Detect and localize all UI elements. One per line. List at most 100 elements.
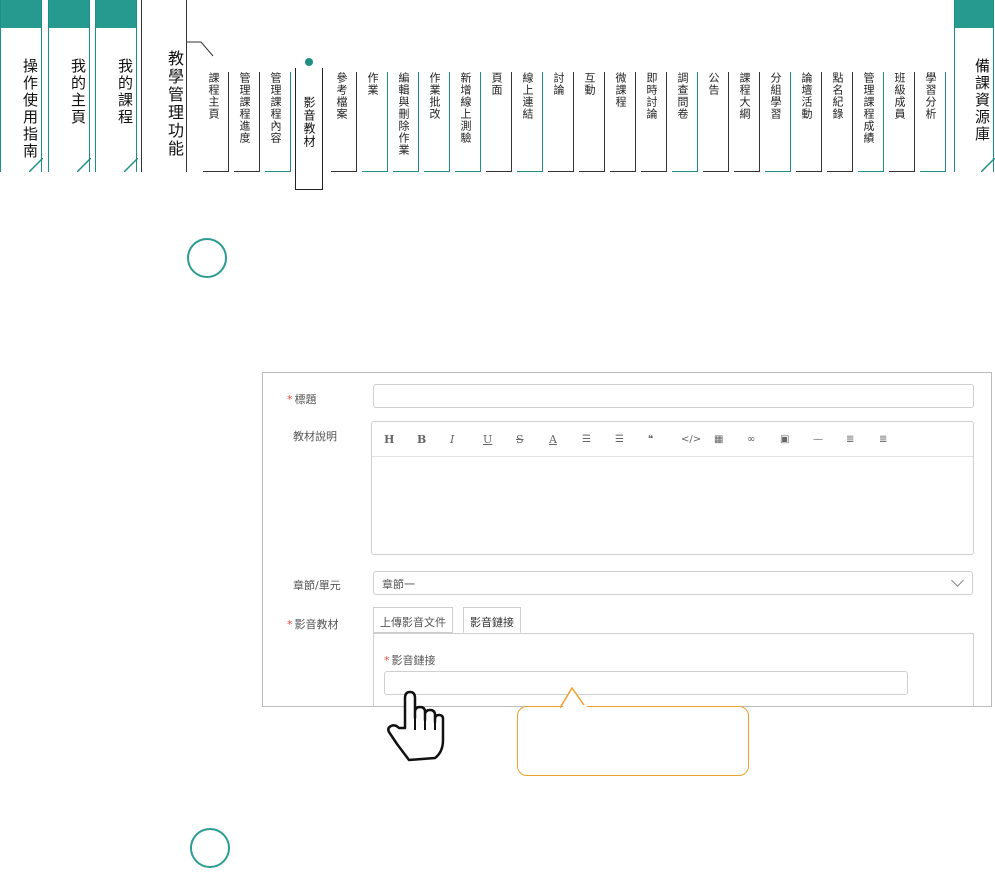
sub-tab-item[interactable]: 參考檔案 [331, 72, 357, 172]
link-icon[interactable]: ∞ [747, 434, 780, 445]
tab-my-home[interactable]: 我的主頁 [48, 0, 91, 172]
sub-tab-label: 作業批改 [428, 72, 441, 120]
sub-tab-label: 點名紀錄 [831, 72, 844, 120]
sub-tab-item[interactable]: 學習分析 [920, 72, 946, 172]
sub-tab-item[interactable]: 編輯與刪除作業 [393, 72, 419, 172]
sub-tab-label: 公告 [707, 72, 720, 96]
unordered-list-icon[interactable]: ☰ [615, 434, 648, 445]
media-link-input[interactable] [384, 671, 908, 695]
sub-tab-item[interactable]: 頁面 [486, 72, 512, 172]
title-input[interactable] [373, 384, 974, 408]
tab-label: 教學管理功能 [165, 50, 184, 158]
tab-label: 我的課程 [116, 58, 134, 126]
sub-tab-item[interactable]: 論壇活動 [796, 72, 822, 172]
bold-button[interactable]: B [417, 433, 450, 446]
media-link-panel: * 影音鏈接 [373, 633, 974, 707]
table-icon[interactable]: ▦ [714, 434, 747, 445]
tab-user-guide[interactable]: 操作使用指南 [0, 0, 43, 172]
sub-tab-item[interactable]: 討論 [548, 72, 574, 172]
italic-button[interactable]: I [450, 433, 483, 446]
sub-tab-label: 編輯與刪除作業 [397, 72, 410, 156]
sub-tab-label: 調查問卷 [676, 72, 689, 120]
callout-box [517, 706, 749, 776]
sub-tab-item[interactable]: 作業批改 [424, 72, 450, 172]
active-indicator-dot [305, 58, 313, 66]
sub-tab-item[interactable]: 班級成員 [889, 72, 915, 172]
fold-corner-icon [76, 158, 91, 172]
sub-tab-item[interactable]: 公告 [703, 72, 729, 172]
sub-tab-item[interactable]: 課程主頁 [203, 72, 229, 172]
description-editor[interactable]: H B I U S A ☰ ☰ ❝ </> ▦ ∞ ▣ — ≣ ≣ [371, 421, 974, 555]
tab-cap [49, 0, 89, 28]
sub-tab-label: 新增線上測驗 [459, 72, 472, 144]
code-icon[interactable]: </> [681, 434, 714, 445]
chevron-down-icon [951, 574, 964, 587]
sub-tab-item[interactable]: 影音教材 [295, 68, 323, 190]
underline-button[interactable]: U [483, 433, 516, 446]
sub-tab-label: 學習分析 [924, 72, 937, 120]
fold-corner-icon [28, 158, 43, 172]
sub-tab-label: 論壇活動 [800, 72, 813, 120]
chapter-select[interactable]: 章節一 [373, 571, 973, 595]
tab-label: 操作使用指南 [21, 58, 39, 160]
sub-tab-item[interactable]: 管理課程內容 [265, 72, 291, 172]
outdent-icon[interactable]: ≣ [846, 434, 879, 445]
font-color-button[interactable]: A [549, 433, 582, 446]
sub-tab-label: 班級成員 [893, 72, 906, 120]
tab-label: 備課資源庫 [973, 58, 991, 143]
sub-tab-item[interactable]: 線上連結 [517, 72, 543, 172]
callout-gap [563, 705, 587, 708]
step-marker-circle [190, 828, 230, 868]
sub-tab-label: 互動 [583, 72, 596, 96]
sub-tab-label: 微課程 [614, 72, 627, 108]
tab-cap [955, 0, 993, 28]
sub-tab-item[interactable]: 新增線上測驗 [455, 72, 481, 172]
sub-tab-item[interactable]: 管理課程進度 [234, 72, 260, 172]
horizontal-rule-icon[interactable]: — [813, 434, 846, 445]
sub-tab-item[interactable]: 即時討論 [641, 72, 667, 172]
title-label: * 標題 [287, 393, 317, 406]
sub-tab-label: 作業 [366, 72, 379, 96]
sub-tab-label: 課程主頁 [207, 72, 220, 120]
connector-line [187, 41, 214, 57]
sub-tab-item[interactable]: 微課程 [610, 72, 636, 172]
step-marker-circle [187, 238, 227, 278]
media-form-panel: * 標題 教材說明 H B I U S A ☰ ☰ ❝ </> ▦ ∞ ▣ — ≣… [262, 372, 992, 707]
sub-tab-label: 管理課程進度 [238, 72, 251, 144]
sub-tab-label: 課程大綱 [738, 72, 751, 120]
sub-tab-item[interactable]: 作業 [362, 72, 388, 172]
editor-toolbar: H B I U S A ☰ ☰ ❝ </> ▦ ∞ ▣ — ≣ ≣ [372, 422, 973, 457]
quote-icon[interactable]: ❝ [648, 434, 681, 445]
sub-tab-item[interactable]: 點名紀錄 [827, 72, 853, 172]
tab-label: 我的主頁 [69, 58, 87, 126]
fold-corner-icon [123, 158, 138, 172]
fold-corner-icon [980, 158, 995, 172]
image-icon[interactable]: ▣ [780, 434, 813, 445]
ordered-list-icon[interactable]: ☰ [582, 434, 615, 445]
sub-tab-label: 即時討論 [645, 72, 658, 120]
tab-my-courses[interactable]: 我的課程 [95, 0, 138, 172]
tab-cap [96, 0, 136, 28]
chapter-select-value: 章節一 [382, 578, 415, 591]
sub-tab-item[interactable]: 管理課程成績 [858, 72, 884, 172]
sub-tab-item[interactable]: 分組學習 [765, 72, 791, 172]
media-link-label: * 影音鏈接 [384, 654, 436, 667]
strikethrough-button[interactable]: S [516, 433, 549, 446]
chapter-label: 章節/單元 [293, 579, 341, 592]
tab-upload-media[interactable]: 上傳影音文件 [373, 607, 453, 633]
indent-icon[interactable]: ≣ [879, 434, 912, 445]
sub-tab-item[interactable]: 調查問卷 [672, 72, 698, 172]
tab-teaching-management[interactable]: 教學管理功能 [141, 0, 187, 172]
tab-resource-library[interactable]: 備課資源庫 [954, 0, 995, 172]
sub-tab-item[interactable]: 課程大綱 [734, 72, 760, 172]
sub-tab-label: 討論 [552, 72, 565, 96]
heading-button[interactable]: H [384, 433, 417, 446]
sub-tab-label: 分組學習 [769, 72, 782, 120]
description-label: 教材說明 [293, 430, 337, 443]
media-label: * 影音教材 [287, 618, 339, 631]
tab-media-link[interactable]: 影音鏈接 [463, 607, 521, 633]
tab-cap [1, 0, 41, 28]
sub-tab-item[interactable]: 互動 [579, 72, 605, 172]
sub-tab-label: 管理課程內容 [269, 72, 282, 144]
sub-tab-label: 影音教材 [302, 96, 316, 148]
